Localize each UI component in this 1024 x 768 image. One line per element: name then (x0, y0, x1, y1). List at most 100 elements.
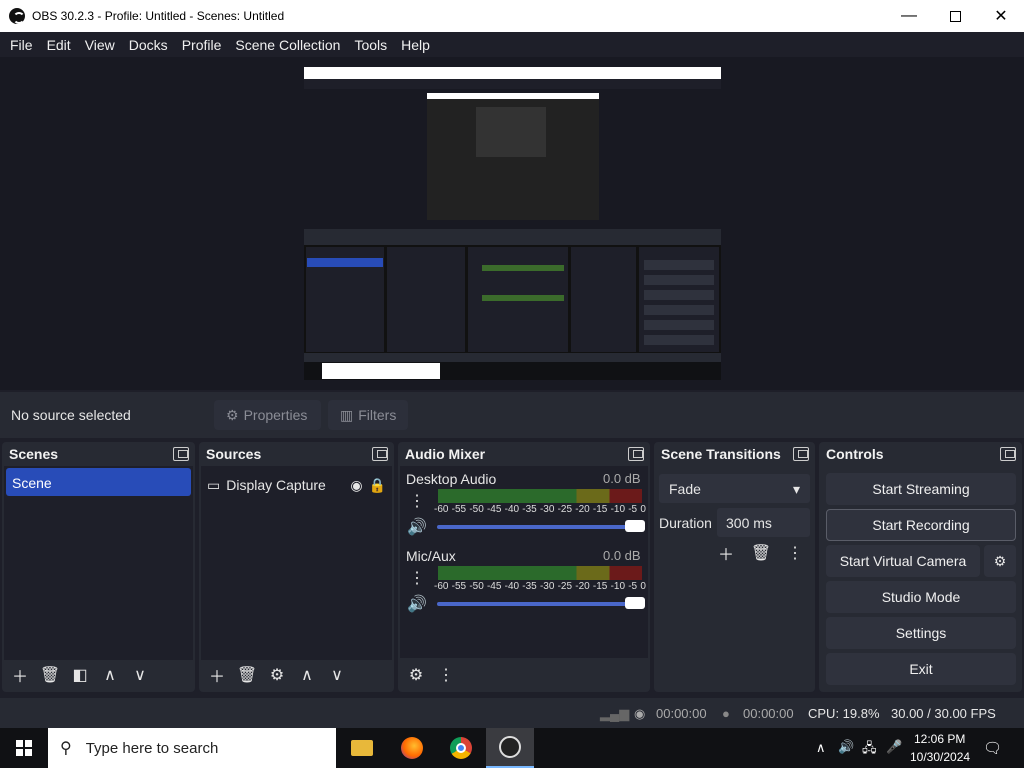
gear-icon: ⚙ (993, 552, 1007, 569)
trash-icon[interactable]: 🗑 (38, 663, 62, 687)
virtual-camera-settings-button[interactable]: ⚙ (984, 545, 1016, 577)
menu-tools[interactable]: Tools (347, 37, 394, 53)
scale-tick: -20 (575, 581, 590, 592)
chrome-icon[interactable] (437, 728, 485, 768)
studio-mode-button[interactable]: Studio Mode (826, 581, 1016, 613)
clock-time[interactable]: 12:06 PM (914, 732, 965, 746)
lock-icon[interactable]: 🔒 (369, 477, 386, 494)
obs-icon (9, 8, 25, 24)
scale-tick: -25 (557, 581, 573, 592)
mic-aux-volume-slider[interactable] (437, 597, 645, 609)
plus-icon[interactable]: ＋ (8, 663, 32, 687)
kebab-icon[interactable]: ⋮ (783, 541, 807, 565)
kebab-icon[interactable]: ⋮ (405, 489, 429, 513)
scale-tick: -5 (628, 504, 638, 515)
scene-filter-icon[interactable]: ◧ (68, 663, 92, 687)
arrow-down-icon[interactable]: ∨ (128, 663, 152, 687)
exit-button[interactable]: Exit (826, 653, 1016, 685)
undock-icon[interactable] (173, 447, 189, 461)
trash-icon[interactable]: 🗑 (235, 663, 259, 687)
scale-tick: -15 (592, 581, 608, 592)
signal-icon: ▂▄▆ (600, 706, 630, 721)
plus-icon[interactable]: ＋ (205, 663, 229, 687)
filters-label: Filters (358, 407, 397, 423)
speaker-icon[interactable]: 🔊 (405, 515, 429, 539)
maximize-button[interactable] (932, 0, 978, 32)
undock-icon[interactable] (793, 447, 809, 461)
start-recording-button[interactable]: Start Recording (826, 509, 1016, 541)
sources-toolbar: ＋ 🗑 ⚙ ∧ ∨ (201, 660, 392, 690)
menu-docks[interactable]: Docks (122, 37, 175, 53)
transition-select[interactable]: Fade ▾ (659, 474, 810, 503)
scenes-title: Scenes (9, 446, 59, 462)
undock-icon[interactable] (1000, 447, 1016, 461)
close-button[interactable]: ✕ (978, 0, 1024, 32)
start-streaming-button[interactable]: Start Streaming (826, 473, 1016, 505)
scene-item[interactable]: Scene (6, 468, 191, 496)
mic-aux-meter (438, 566, 642, 580)
desktop-audio-volume-slider[interactable] (437, 520, 645, 532)
scale-tick: -5 (628, 581, 638, 592)
volume-icon[interactable]: 🔊 (838, 739, 854, 755)
arrow-up-icon[interactable]: ∧ (295, 663, 319, 687)
source-item[interactable]: ▭ Display Capture ◉ 🔒 (207, 474, 386, 496)
speaker-icon[interactable]: 🔊 (405, 592, 429, 616)
filter-icon: ▥ (340, 406, 354, 423)
minimize-button[interactable]: — (886, 0, 932, 32)
slider-handle[interactable] (625, 597, 645, 609)
scale-tick: -45 (486, 504, 502, 515)
title-bar: OBS 30.2.3 - Profile: Untitled - Scenes:… (0, 0, 1024, 32)
menu-profile[interactable]: Profile (175, 37, 229, 53)
scenes-toolbar: ＋ 🗑 ◧ ∧ ∨ (4, 660, 193, 690)
kebab-icon[interactable]: ⋮ (405, 566, 429, 590)
clock-date[interactable]: 10/30/2024 (910, 750, 970, 764)
notification-icon[interactable]: 🗨 (983, 739, 1002, 757)
menu-bar: File Edit View Docks Profile Scene Colle… (0, 32, 1024, 57)
arrow-up-icon[interactable]: ∧ (98, 663, 122, 687)
menu-edit[interactable]: Edit (40, 37, 78, 53)
source-label: Display Capture (226, 477, 326, 493)
sources-title: Sources (206, 446, 262, 462)
plus-icon[interactable]: ＋ (714, 541, 738, 565)
properties-label: Properties (243, 407, 308, 423)
duration-spinbox[interactable]: 300 ms (717, 508, 810, 537)
channel-name: Desktop Audio (406, 471, 497, 487)
scale-tick: 0 (640, 504, 646, 515)
obs-taskbar-icon[interactable] (486, 728, 534, 768)
mixer-toolbar: ⚙ ⋮ (400, 660, 648, 690)
arrow-down-icon[interactable]: ∨ (325, 663, 349, 687)
undock-icon[interactable] (372, 447, 388, 461)
scale-tick: -40 (504, 504, 520, 515)
settings-button[interactable]: Settings (826, 617, 1016, 649)
undock-icon[interactable] (628, 447, 644, 461)
trash-icon[interactable]: 🗑 (749, 541, 773, 565)
slider-handle[interactable] (625, 520, 645, 532)
tray-chevron-icon[interactable]: ∧ (816, 740, 826, 756)
firefox-icon[interactable] (388, 728, 436, 768)
eye-icon[interactable]: ◉ (350, 477, 362, 494)
start-virtual-camera-button[interactable]: Start Virtual Camera (826, 545, 980, 577)
channel-level: 0.0 dB (603, 471, 641, 486)
menu-scene-collection[interactable]: Scene Collection (228, 37, 347, 53)
folder-icon[interactable] (338, 728, 386, 768)
scale-tick: -35 (522, 581, 537, 592)
monitor-icon: ▭ (207, 476, 221, 493)
menu-help[interactable]: Help (394, 37, 437, 53)
duration-label: Duration (659, 515, 712, 531)
gear-icon[interactable]: ⚙ (404, 663, 428, 687)
windows-start-icon[interactable] (0, 728, 48, 768)
network-icon[interactable]: 🖧 (862, 739, 877, 761)
search-placeholder: Type here to search (85, 739, 219, 757)
scale-tick: -20 (575, 504, 590, 515)
menu-file[interactable]: File (3, 37, 40, 53)
menu-view[interactable]: View (78, 37, 122, 53)
taskbar-search[interactable]: ⚲ Type here to search (48, 728, 336, 768)
chevron-down-icon: ▾ (792, 481, 800, 497)
filters-button[interactable]: ▥ Filters (328, 400, 408, 430)
stream-icon: ◉ (634, 706, 646, 721)
gear-icon[interactable]: ⚙ (265, 663, 289, 687)
microphone-icon[interactable]: 🎤 (886, 739, 902, 755)
kebab-icon[interactable]: ⋮ (434, 663, 458, 687)
properties-button[interactable]: ⚙ Properties (214, 400, 321, 430)
gear-icon: ⚙ (226, 406, 239, 423)
